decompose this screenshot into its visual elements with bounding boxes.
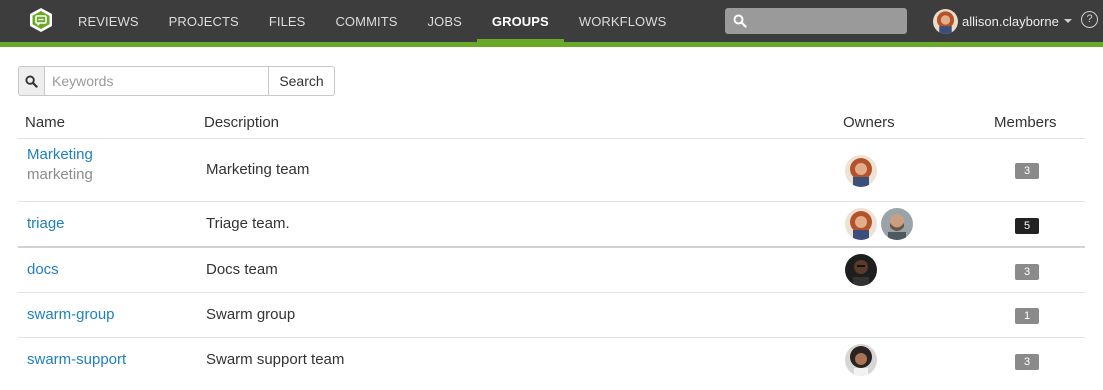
group-description: Triage team. — [206, 215, 290, 232]
user-avatar — [933, 8, 958, 34]
group-name-link[interactable]: triage — [27, 215, 65, 232]
search-button[interactable]: Search — [269, 66, 335, 96]
owners-list — [845, 254, 877, 286]
groups-table: Name Description Owners Members Marketin… — [18, 108, 1085, 383]
nav-projects[interactable]: PROJECTS — [154, 0, 254, 42]
table-header: Name Description Owners Members — [18, 108, 1085, 139]
header-members[interactable]: Members — [994, 114, 1057, 131]
top-navbar: REVIEWS PROJECTS FILES COMMITS JOBS GROU… — [0, 0, 1103, 42]
owner-avatar[interactable] — [845, 344, 877, 376]
table-row[interactable]: triage Triage team. 5 — [18, 202, 1085, 248]
group-id: marketing — [27, 166, 93, 183]
nav-jobs[interactable]: JOBS — [413, 0, 477, 42]
owner-avatar[interactable] — [845, 155, 877, 187]
group-description: Swarm group — [206, 306, 296, 323]
owners-list — [845, 155, 877, 187]
owners-list — [845, 344, 877, 376]
group-filter: Search — [18, 66, 335, 96]
search-icon — [733, 14, 747, 28]
table-row[interactable]: swarm-support Swarm support team 3 — [18, 338, 1085, 383]
group-description: Swarm support team — [206, 351, 345, 368]
user-menu[interactable]: allison.clayborne — [933, 8, 1072, 34]
keywords-input[interactable] — [45, 66, 269, 96]
search-addon — [18, 66, 45, 96]
header-owners[interactable]: Owners — [843, 114, 895, 131]
header-description[interactable]: Description — [204, 114, 279, 131]
help-icon[interactable]: ? — [1081, 11, 1098, 28]
nav-workflows[interactable]: WORKFLOWS — [564, 0, 682, 42]
group-name-link[interactable]: docs — [27, 261, 59, 278]
nav-files[interactable]: FILES — [254, 0, 321, 42]
owner-avatar[interactable] — [845, 208, 877, 240]
chevron-down-icon — [1063, 19, 1072, 23]
nav-groups[interactable]: GROUPS — [476, 0, 564, 42]
member-count-badge: 5 — [1015, 218, 1039, 234]
table-row[interactable]: Marketing marketing Marketing team 3 — [18, 139, 1085, 202]
main-nav: REVIEWS PROJECTS FILES COMMITS JOBS GROU… — [63, 0, 681, 42]
group-description: Docs team — [206, 261, 278, 278]
nav-reviews[interactable]: REVIEWS — [63, 0, 154, 42]
member-count-badge: 3 — [1015, 354, 1039, 370]
table-row[interactable]: swarm-group Swarm group 1 — [18, 293, 1085, 338]
header-name[interactable]: Name — [25, 114, 65, 131]
table-row[interactable]: docs Docs team 3 — [18, 248, 1085, 293]
member-count-badge: 1 — [1015, 308, 1039, 324]
swarm-logo-icon[interactable] — [28, 7, 54, 33]
global-search-input[interactable] — [725, 8, 907, 34]
group-name-link[interactable]: swarm-group — [27, 306, 115, 323]
group-description: Marketing team — [206, 161, 310, 178]
group-name-link[interactable]: swarm-support — [27, 351, 126, 368]
owner-avatar[interactable] — [881, 208, 913, 240]
owner-avatar[interactable] — [845, 254, 877, 286]
group-name-link[interactable]: Marketing — [27, 146, 93, 163]
user-name: allison.clayborne — [962, 13, 1059, 29]
owners-list — [845, 208, 913, 240]
search-icon — [25, 74, 38, 88]
navbar-accent-bar — [0, 42, 1103, 47]
member-count-badge: 3 — [1015, 264, 1039, 280]
nav-commits[interactable]: COMMITS — [320, 0, 412, 42]
member-count-badge: 3 — [1015, 163, 1039, 179]
